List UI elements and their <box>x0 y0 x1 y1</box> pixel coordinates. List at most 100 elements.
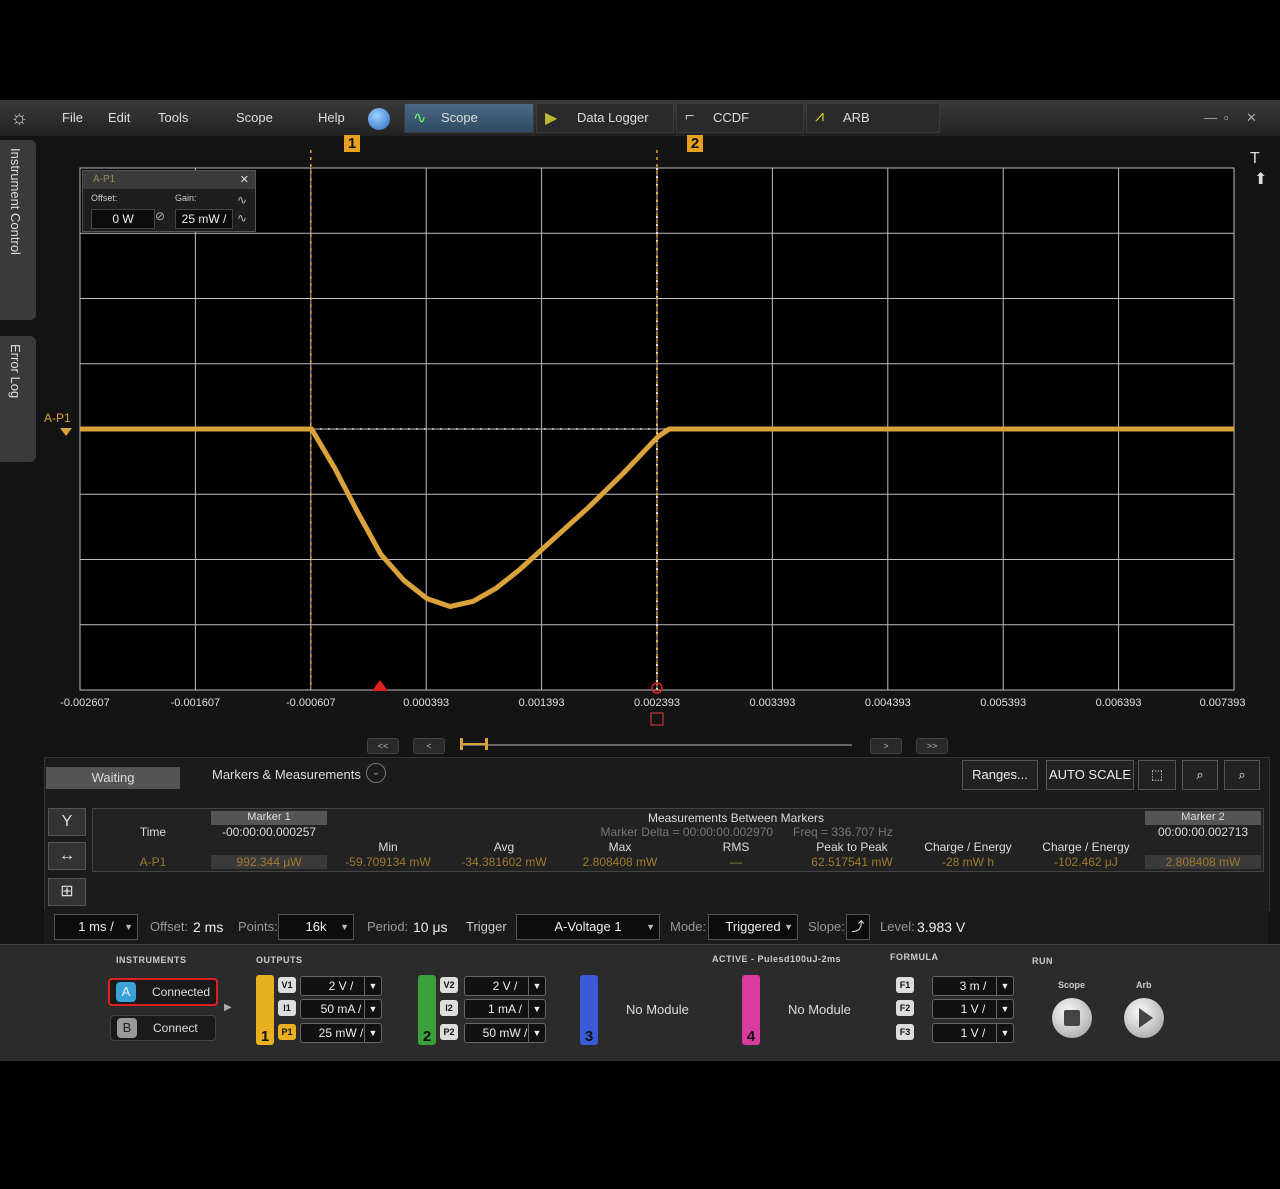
cursor-measure-icon[interactable]: ↔ <box>48 842 86 870</box>
arrow-up-icon[interactable]: ⬆ <box>1254 169 1267 188</box>
instrument-b-badge: B <box>117 1018 137 1038</box>
scroll-left-button[interactable]: < <box>413 738 445 754</box>
chevron-down-icon: ▼ <box>528 1024 545 1042</box>
channel-3-status: No Module <box>626 1002 689 1017</box>
marker2-label: Marker 2 <box>1181 811 1225 823</box>
offset-label: Offset: <box>150 919 189 934</box>
ch2-v-scale[interactable]: 2 V / ▼ <box>464 976 546 996</box>
wave-down-icon[interactable]: ∿ <box>237 211 247 225</box>
scroll-track[interactable] <box>460 744 852 746</box>
channel-box-title-text: A-P1 <box>93 174 116 185</box>
chevron-down-icon: ▼ <box>528 1000 545 1018</box>
probe-icon[interactable]: Y <box>48 808 86 836</box>
row-channel-label: A-P1 <box>139 855 167 869</box>
close-icon[interactable]: ✕ <box>240 173 249 186</box>
marker-2-flag[interactable]: 2 <box>687 135 703 152</box>
instrument-a-connected[interactable]: A Connected <box>108 978 218 1006</box>
instrument-b-connect[interactable]: B Connect <box>110 1015 216 1041</box>
scroll-thumb[interactable] <box>460 738 488 750</box>
ch1-p-scale-value: 25 mW / <box>318 1026 364 1040</box>
mode-value: Triggered <box>725 919 781 934</box>
trigger-select[interactable]: A-Voltage 1 ▼ <box>516 914 660 940</box>
slope-rising-icon[interactable]: ⤴ <box>846 914 870 940</box>
measure-value: -34.381602 mW <box>461 855 547 869</box>
mode-select[interactable]: Triggered ▼ <box>708 914 798 940</box>
zoom-out-icon[interactable]: ⌕ <box>1224 760 1260 790</box>
scope-stop-button[interactable] <box>1052 998 1092 1038</box>
scope-plot[interactable]: A-P1 T ⬆ <box>0 0 1280 760</box>
formula-f3-scale[interactable]: 1 V / ▼ <box>932 1023 1014 1043</box>
status-indicator: Waiting <box>46 767 180 789</box>
instrument-b-label: Connect <box>153 1021 198 1035</box>
channel-box-title: A-P1 <box>83 171 255 189</box>
channel-4-number: 4 <box>746 1028 756 1045</box>
offset-value[interactable]: 2 ms <box>193 919 223 935</box>
instruments-title: INSTRUMENTS <box>116 955 187 965</box>
ch1-p-scale[interactable]: 25 mW / ▼ <box>300 1023 382 1043</box>
chevron-down-icon: ▼ <box>996 1024 1013 1042</box>
ch2-i-scale[interactable]: 1 mA / ▼ <box>464 999 546 1019</box>
x-tick-label: -0.001607 <box>170 697 221 709</box>
x-tick-label: 0.000393 <box>403 697 450 709</box>
zoom-in-icon[interactable]: ⌕ <box>1182 760 1218 790</box>
auto-scale-button[interactable]: AUTO SCALE <box>1046 760 1134 790</box>
chevron-down-icon: ▼ <box>124 922 133 932</box>
ranges-button[interactable]: Ranges... <box>962 760 1038 790</box>
row-time-label: Time <box>139 825 167 839</box>
formula-f1-scale[interactable]: 3 m / ▼ <box>932 976 1014 996</box>
level-label: Level: <box>880 919 915 934</box>
run-title: RUN <box>1032 956 1053 966</box>
measure-value: -102.462 μJ <box>1054 855 1118 869</box>
instrument-a-badge: A <box>116 982 136 1002</box>
ch2-p-scale[interactable]: 50 mW / ▼ <box>464 1023 546 1043</box>
grid-layout-icon[interactable]: ⊞ <box>48 878 86 906</box>
channel-1-bar[interactable]: 1 <box>256 975 274 1045</box>
ch2-v-scale-value: 2 V / <box>492 979 518 993</box>
channel-ground-marker[interactable] <box>60 428 72 436</box>
marker2-value: 2.808408 mW <box>1165 855 1241 869</box>
x-tick-label: 0.002393 <box>634 697 680 709</box>
zero-icon[interactable]: ⊘ <box>155 209 165 223</box>
channel-3-bar[interactable]: 3 <box>580 975 598 1045</box>
x-tick-label: 0.006393 <box>1095 697 1142 709</box>
scroll-far-right-button[interactable]: >> <box>916 738 948 754</box>
scroll-far-left-button[interactable]: << <box>367 738 399 754</box>
channel-4-bar[interactable]: 4 <box>742 975 760 1045</box>
arb-play-button[interactable] <box>1124 998 1164 1038</box>
measure-value: 62.517541 mW <box>811 855 893 869</box>
chevron-down-icon: ▼ <box>364 1024 381 1042</box>
wave-up-icon[interactable]: ∿ <box>237 193 247 207</box>
zoom-box-icon[interactable]: ⬚ <box>1138 760 1176 790</box>
ch1-v-scale[interactable]: 2 V / ▼ <box>300 976 382 996</box>
scroll-right-button[interactable]: > <box>870 738 902 754</box>
chevron-down-icon[interactable]: ⌄ <box>366 763 386 783</box>
marker-1-flag[interactable]: 1 <box>344 135 360 152</box>
channel-4-status: No Module <box>788 1002 851 1017</box>
timebase-select[interactable]: 1 ms / ▼ <box>54 914 138 940</box>
x-tick-label: 0.001393 <box>518 697 565 709</box>
marker1-value: 992.344 μW <box>236 855 302 869</box>
measure-col-header: Peak to Peak <box>816 840 888 854</box>
gain-field[interactable]: 25 mW / <box>175 209 233 229</box>
ch2-v-label: V2 <box>440 977 458 993</box>
points-select[interactable]: 16k ▼ <box>278 914 354 940</box>
formula-f3-label: F3 <box>896 1024 914 1040</box>
ch1-i-scale[interactable]: 50 mA / ▼ <box>300 999 382 1019</box>
position-box-icon[interactable] <box>650 712 664 726</box>
stop-icon <box>1064 1010 1080 1026</box>
ch2-p-scale-value: 50 mW / <box>482 1026 528 1040</box>
formula-f2-scale[interactable]: 1 V / ▼ <box>932 999 1014 1019</box>
run-arb-label: Arb <box>1136 980 1152 990</box>
points-value: 16k <box>305 919 327 934</box>
frequency-readout: Freq = 336.707 Hz <box>793 825 893 839</box>
level-value[interactable]: 3.983 V <box>917 919 965 935</box>
between-markers-title: Measurements Between Markers <box>647 811 825 825</box>
markers-measurements-title[interactable]: Markers & Measurements <box>212 767 361 782</box>
measure-value: — <box>730 855 742 869</box>
channel-2-number: 2 <box>422 1028 432 1045</box>
marker2-time: 00:00:00.002713 <box>1157 825 1249 839</box>
offset-field[interactable]: 0 W <box>91 209 155 229</box>
ch1-v-scale-value: 2 V / <box>328 979 354 993</box>
expand-right-icon[interactable]: ▶ <box>224 1002 232 1013</box>
channel-2-bar[interactable]: 2 <box>418 975 436 1045</box>
